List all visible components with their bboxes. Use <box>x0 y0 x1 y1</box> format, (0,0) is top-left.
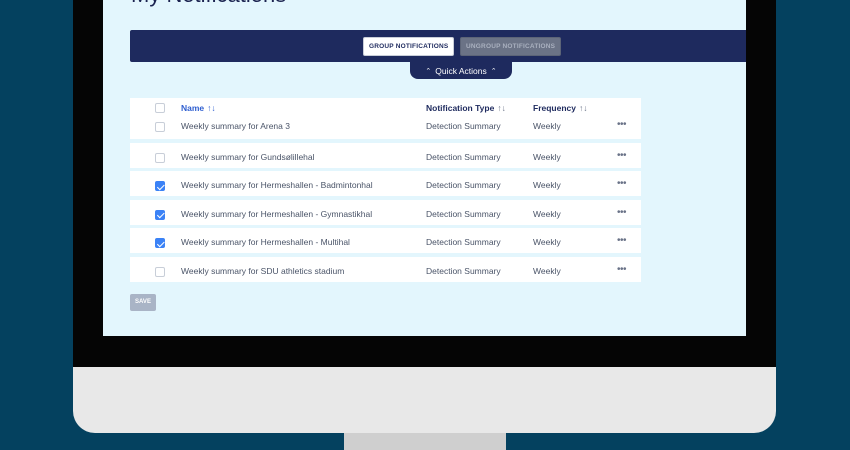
row-frequency: Weekly <box>533 151 561 162</box>
row-name: Weekly summary for Arena 3 <box>181 121 290 131</box>
more-options-icon[interactable]: ••• <box>617 235 627 246</box>
row-notification-type: Detection Summary <box>426 151 501 162</box>
table-body: Weekly summary for Arena 3 Detection Summ… <box>130 117 641 282</box>
sort-icon: ↑↓ <box>497 103 506 113</box>
row-name: Weekly summary for Hermeshallen - Multih… <box>181 237 350 247</box>
row-frequency: Weekly <box>533 121 561 131</box>
row-name: Weekly summary for Hermeshallen - Gymnas… <box>181 208 373 219</box>
save-button[interactable]: SAVE <box>130 294 156 311</box>
column-header-type[interactable]: Notification Type ↑↓ <box>426 103 506 113</box>
ungroup-notifications-button[interactable]: UNGROUP NOTIFICATIONS <box>460 37 562 56</box>
action-bar: GROUP NOTIFICATIONS UNGROUP NOTIFICATION… <box>130 30 746 62</box>
row-name: Weekly summary for Gundsølillehal <box>181 151 315 162</box>
row-notification-type: Detection Summary <box>426 265 501 276</box>
more-options-icon[interactable]: ••• <box>617 150 627 161</box>
table-row[interactable]: Weekly summary for Hermeshallen - Badmin… <box>130 171 641 196</box>
more-options-icon[interactable]: ••• <box>617 178 627 189</box>
select-all-checkbox[interactable] <box>155 103 165 113</box>
row-frequency: Weekly <box>533 180 561 190</box>
column-header-frequency-label: Frequency <box>533 103 576 113</box>
row-frequency: Weekly <box>533 237 561 247</box>
group-notifications-button[interactable]: GROUP NOTIFICATIONS <box>363 37 455 56</box>
notifications-table: Name ↑↓ Notification Type ↑↓ Frequency ↑↓ W… <box>130 98 641 282</box>
row-frequency: Weekly <box>533 208 561 219</box>
sort-icon: ↑↓ <box>207 103 216 113</box>
row-checkbox[interactable] <box>155 122 165 132</box>
row-name: Weekly summary for Hermeshallen - Badmin… <box>181 180 373 190</box>
more-options-icon[interactable]: ••• <box>617 264 627 275</box>
quick-actions-label: Quick Actions <box>435 65 487 76</box>
table-row[interactable]: Weekly summary for Arena 3 Detection Summ… <box>130 117 641 139</box>
row-checkbox[interactable] <box>155 152 165 163</box>
app-screen: My Notifications GROUP NOTIFICATIONS UNG… <box>103 0 746 336</box>
row-notification-type: Detection Summary <box>426 180 501 190</box>
column-header-name[interactable]: Name ↑↓ <box>181 103 216 113</box>
row-notification-type: Detection Summary <box>426 237 501 247</box>
quick-actions-toggle[interactable]: ⌃ Quick Actions ⌃ <box>410 62 512 79</box>
more-options-icon[interactable]: ••• <box>617 119 627 130</box>
row-checkbox[interactable] <box>155 266 165 277</box>
table-header: Name ↑↓ Notification Type ↑↓ Frequency ↑↓ <box>130 98 641 117</box>
table-row[interactable]: Weekly summary for Gundsølillehal Detecti… <box>130 142 641 168</box>
page-title: My Notifications <box>131 0 286 8</box>
row-checkbox[interactable] <box>155 181 165 191</box>
monitor-stand <box>344 433 506 450</box>
chevron-up-icon: ⌃ <box>490 67 497 75</box>
table-row[interactable]: Weekly summary for Hermeshallen - Multih… <box>130 228 641 253</box>
row-frequency: Weekly <box>533 265 561 276</box>
sort-icon: ↑↓ <box>579 103 588 113</box>
row-notification-type: Detection Summary <box>426 121 501 131</box>
column-header-type-label: Notification Type <box>426 103 495 113</box>
chevron-up-icon: ⌃ <box>425 67 432 75</box>
column-header-frequency[interactable]: Frequency ↑↓ <box>533 103 588 113</box>
column-header-name-label: Name <box>181 103 205 113</box>
row-name: Weekly summary for SDU athletics stadium <box>181 265 345 276</box>
table-row[interactable]: Weekly summary for SDU athletics stadium… <box>130 256 641 282</box>
row-checkbox[interactable] <box>155 209 165 220</box>
row-notification-type: Detection Summary <box>426 208 501 219</box>
row-checkbox[interactable] <box>155 238 165 248</box>
more-options-icon[interactable]: ••• <box>617 207 627 218</box>
table-row[interactable]: Weekly summary for Hermeshallen - Gymnas… <box>130 199 641 225</box>
